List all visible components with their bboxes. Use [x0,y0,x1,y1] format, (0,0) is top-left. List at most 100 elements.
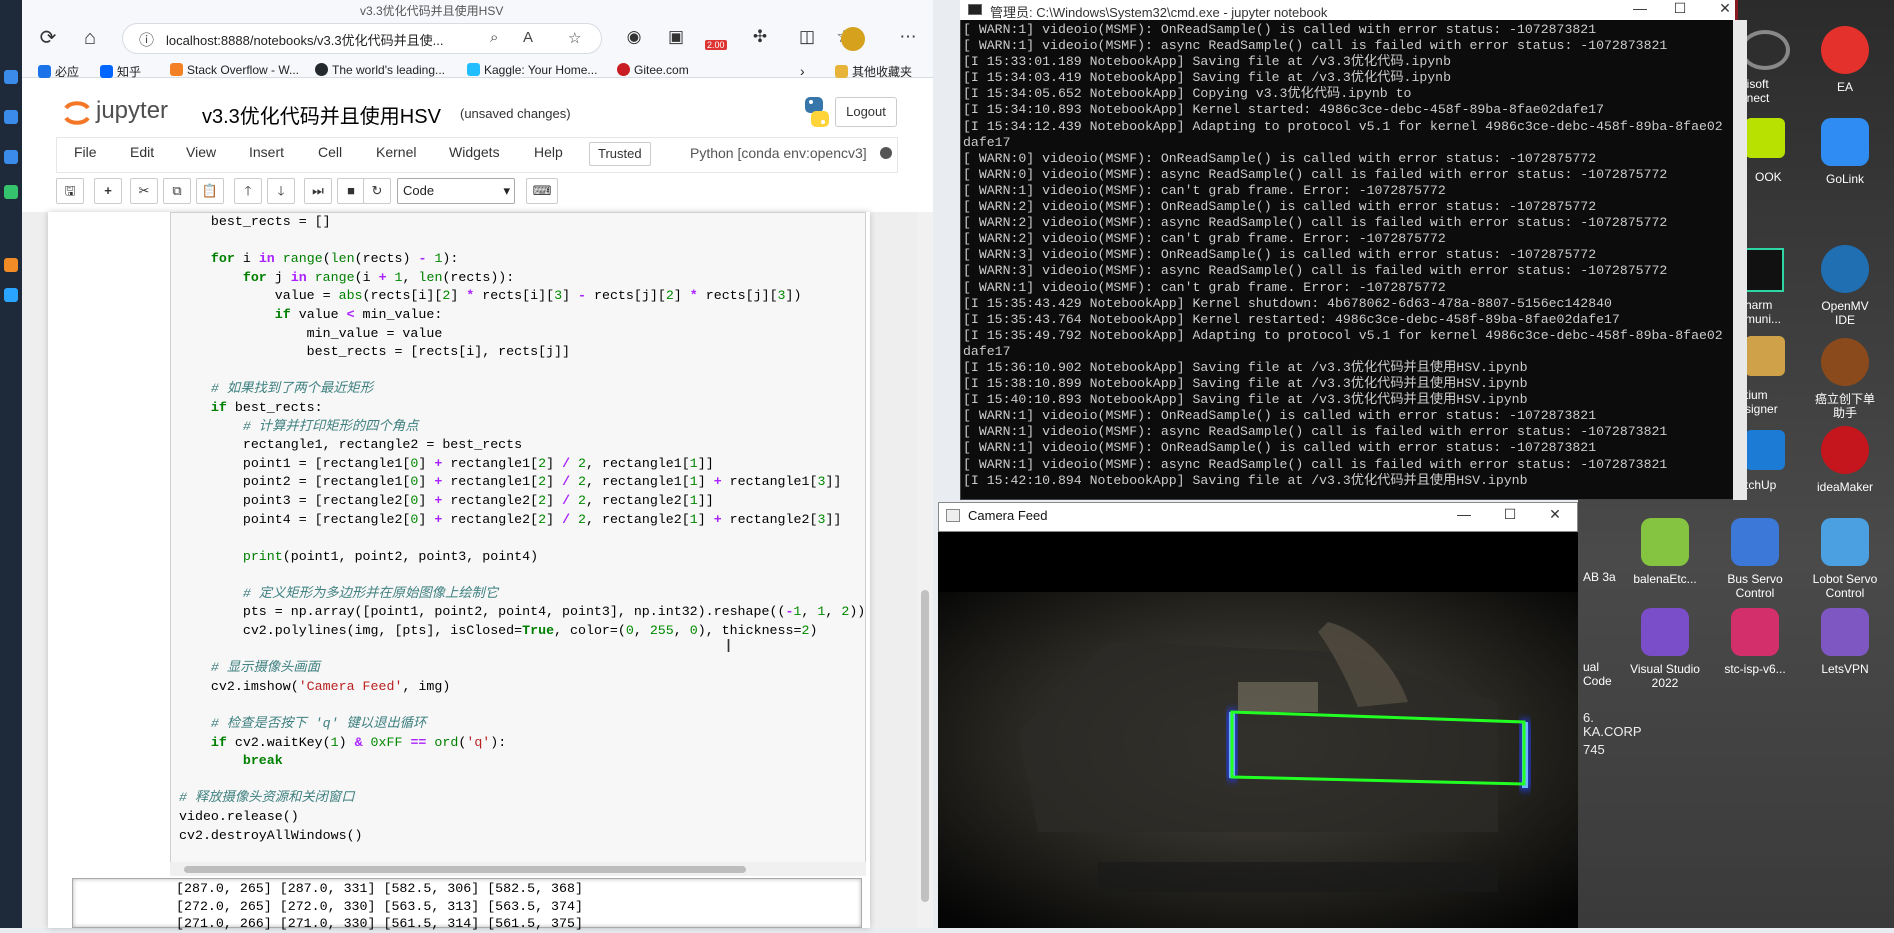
camera-image [938,532,1578,928]
window-icon [946,509,960,522]
maximize-icon[interactable]: ☐ [1660,0,1700,17]
desktop-icon-stcisp[interactable]: stc-isp-v6... [1720,608,1790,676]
bookmark-item[interactable]: 必应 [38,63,79,80]
code-cell[interactable]: best_rects = [] for i in range(len(rects… [170,212,866,876]
close-icon[interactable]: ✕ [1535,506,1575,523]
run-icon[interactable]: ⏭ [304,178,332,204]
menu-edit[interactable]: Edit [130,144,154,160]
cell-type-select[interactable]: Code ▾ [397,178,515,204]
menu-insert[interactable]: Insert [249,144,284,160]
menu-kernel[interactable]: Kernel [376,144,416,160]
cmd-line: [I 15:33:01.189 NotebookApp] Saving file… [963,54,1452,70]
taskbar-app-icon[interactable] [4,185,18,199]
desktop-icon-golink[interactable]: GoLink [1810,118,1880,186]
app-icon[interactable] [1745,430,1785,470]
logout-button[interactable]: Logout [835,97,897,127]
stop-icon[interactable]: ■ [337,178,365,204]
app-icon[interactable] [1745,118,1785,158]
extension-icon[interactable]: ◉ [622,27,646,47]
kernel-name[interactable]: Python [conda env:opencv3] [690,145,867,161]
menu-file[interactable]: File [74,144,97,160]
cut-icon[interactable]: ✂ [130,178,158,204]
taskbar-app-icon[interactable] [4,150,18,164]
restart-icon[interactable]: ↻ [363,178,391,204]
vertical-scroll-thumb[interactable] [921,590,929,902]
desktop-icon-label[interactable]: OOK [1755,170,1782,184]
desktop-icon-label[interactable]: harm muni... [1745,298,1795,326]
app-icon[interactable] [1745,336,1785,376]
cmd-line: [I 15:34:03.419 NotebookApp] Saving file… [963,70,1452,86]
desktop-icon-lobot[interactable]: Lobot Servo Control [1810,518,1880,600]
cmd-line: [I 15:42:10.894 NotebookApp] Saving file… [963,472,1528,488]
other-bookmarks[interactable]: 其他收藏夹 [835,63,912,80]
copy-icon[interactable]: ⧉ [163,178,191,204]
output-line: [272.0, 265] [272.0, 330] [563.5, 313] [… [176,898,583,914]
cell-type-value: Code [403,183,435,198]
cmd-output: [ WARN:1] videoio(MSMF): OnReadSample() … [963,22,1723,489]
desktop-icon-vs2022[interactable]: Visual Studio 2022 [1630,608,1700,690]
maximize-icon[interactable]: ☐ [1490,506,1530,523]
refresh-icon[interactable]: ⟳ [34,26,62,50]
split-screen-icon[interactable]: ◫ [795,27,819,47]
close-icon[interactable]: ✕ [1705,0,1745,17]
bookmark-item[interactable]: Kaggle: Your Home... [467,63,597,77]
desktop-icon-label[interactable]: ual Code [1583,660,1623,688]
menu-cell[interactable]: Cell [318,144,342,160]
move-up-icon[interactable]: 🡑 [234,178,262,204]
desktop-icon-label[interactable]: AB 3a [1583,570,1623,584]
notebook-name[interactable]: v3.3优化代码并且使用HSV [202,100,441,129]
desktop-icon-label[interactable]: tchUp [1745,478,1776,492]
cmd-line: [ WARN:2] videoio(MSMF): async ReadSampl… [963,215,1668,231]
desktop-text: KA.CORP [1583,724,1642,739]
bookmark-item[interactable]: 知乎 [100,63,141,80]
horizontal-scroll-thumb[interactable] [184,866,746,873]
desktop-icon-label[interactable]: bisoft nnect [1740,77,1800,105]
avatar[interactable] [841,27,865,51]
jupyter-logo-icon[interactable] [62,98,92,128]
move-down-icon[interactable]: 🡓 [267,178,295,204]
extension-icon[interactable]: ▣ [664,27,688,47]
cmd-scrollbar[interactable] [1733,20,1747,500]
desktop-icon-ea[interactable]: EA [1810,26,1880,94]
taskbar-app-icon[interactable] [4,110,18,124]
taskbar-app-icon[interactable] [4,258,18,272]
desktop-icon-letsvpn[interactable]: LetsVPN [1810,608,1880,676]
bookmark-item[interactable]: The world's leading... [315,63,445,77]
home-icon[interactable]: ⌂ [76,26,104,50]
desktop-icon-openmv[interactable]: OpenMV IDE [1810,245,1880,327]
minimize-icon[interactable]: — [1620,0,1660,16]
taskbar-app-icon[interactable] [4,70,18,84]
keyboard-icon[interactable]: ⌨ [526,178,558,204]
favorite-star-icon[interactable]: ☆ [568,29,581,47]
jupyter-logo-text[interactable]: jupyter [96,97,168,125]
taskbar-app-icon[interactable] [4,288,18,302]
trusted-indicator[interactable]: Trusted [589,142,651,166]
extensions-puzzle-icon[interactable]: ✣ [748,27,772,47]
browser-tab-title[interactable]: v3.3优化代码并且使用HSV [360,2,580,19]
desktop-icon-balena[interactable]: balenaEtc... [1630,518,1700,586]
menu-help[interactable]: Help [534,144,563,160]
save-icon[interactable]: 🖫 [56,178,84,204]
cmd-line: dafe17 [963,343,1011,359]
code-editor[interactable]: best_rects = [] for i in range(len(rects… [179,213,865,845]
minimize-icon[interactable]: — [1444,506,1484,522]
cmd-line: [I 15:40:10.893 NotebookApp] Saving file… [963,392,1528,408]
desktop-icon-jlc[interactable]: 癌立创下单助手 [1810,338,1880,420]
zoom-icon[interactable]: ⌕ [490,29,498,46]
cmd-line: [ WARN:1] videoio(MSMF): OnReadSample() … [963,440,1597,456]
insert-cell-icon[interactable]: + [94,178,122,204]
cmd-line: [I 15:34:10.893 NotebookApp] Kernel star… [963,102,1605,118]
desktop-icon-label[interactable]: tium signer [1745,388,1795,416]
chevron-right-icon[interactable]: › [800,63,805,79]
bookmark-item[interactable]: Stack Overflow - W... [170,63,299,77]
more-icon[interactable]: ⋯ [896,27,920,47]
paste-icon[interactable]: 📋 [196,178,224,204]
desktop-icon-ideamaker[interactable]: ideaMaker [1810,426,1880,494]
bookmark-item[interactable]: Gitee.com [617,63,689,77]
info-icon[interactable]: ⓘ [139,29,154,50]
menu-widgets[interactable]: Widgets [449,144,500,160]
read-aloud-icon[interactable]: A [523,29,533,46]
desktop-icon-busservo[interactable]: Bus Servo Control [1720,518,1790,600]
app-icon[interactable] [1740,30,1790,70]
menu-view[interactable]: View [186,144,216,160]
